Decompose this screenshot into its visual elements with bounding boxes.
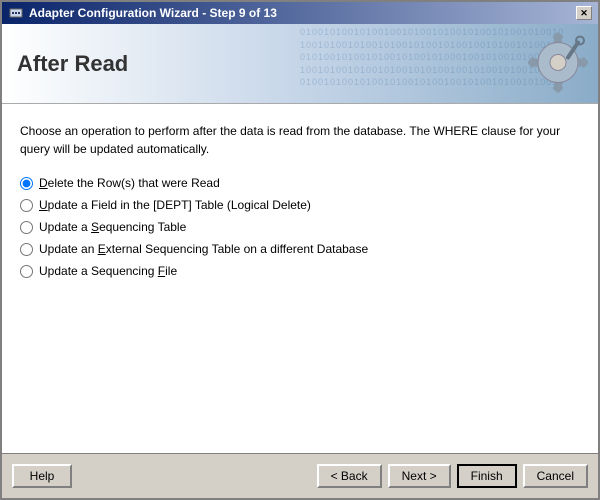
description-text: Choose an operation to perform after the… [20, 122, 580, 158]
option-update-seq-table-label[interactable]: Update a Sequencing Table [39, 220, 186, 234]
radio-group: Delete the Row(s) that were Read Update … [20, 176, 580, 278]
option-delete-rows[interactable] [20, 177, 33, 190]
list-item: Update a Sequencing File [20, 264, 580, 278]
option-update-ext-seq-label[interactable]: Update an External Sequencing Table on a… [39, 242, 368, 256]
list-item: Delete the Row(s) that were Read [20, 176, 580, 190]
back-button[interactable]: < Back [317, 464, 382, 488]
title-controls: ✕ [576, 6, 592, 20]
adapter-icon [8, 5, 24, 21]
option-update-seq-table[interactable] [20, 221, 33, 234]
option-delete-rows-label[interactable]: Delete the Row(s) that were Read [39, 176, 220, 190]
footer-right: < Back Next > Finish Cancel [317, 464, 588, 488]
header-banner: After Read 01001010010100100101001010010… [2, 24, 598, 104]
option-update-seq-file-label[interactable]: Update a Sequencing File [39, 264, 177, 278]
finish-button[interactable]: Finish [457, 464, 517, 488]
content-area: Choose an operation to perform after the… [2, 104, 598, 453]
gear-icon [528, 32, 588, 92]
next-button[interactable]: Next > [388, 464, 451, 488]
footer: Help < Back Next > Finish Cancel [2, 453, 598, 498]
option-update-field[interactable] [20, 199, 33, 212]
option-update-ext-seq[interactable] [20, 243, 33, 256]
footer-left: Help [12, 464, 72, 488]
header-graphic [528, 32, 588, 95]
title-text: Adapter Configuration Wizard - Step 9 of… [29, 6, 277, 20]
close-button[interactable]: ✕ [576, 6, 592, 20]
page-title: After Read [17, 51, 128, 77]
option-update-seq-file[interactable] [20, 265, 33, 278]
list-item: Update a Sequencing Table [20, 220, 580, 234]
wizard-window: Adapter Configuration Wizard - Step 9 of… [0, 0, 600, 500]
option-update-field-label[interactable]: Update a Field in the [DEPT] Table (Logi… [39, 198, 311, 212]
title-bar-left: Adapter Configuration Wizard - Step 9 of… [8, 5, 277, 21]
title-bar: Adapter Configuration Wizard - Step 9 of… [2, 2, 598, 24]
cancel-button[interactable]: Cancel [523, 464, 588, 488]
help-button[interactable]: Help [12, 464, 72, 488]
list-item: Update a Field in the [DEPT] Table (Logi… [20, 198, 580, 212]
list-item: Update an External Sequencing Table on a… [20, 242, 580, 256]
